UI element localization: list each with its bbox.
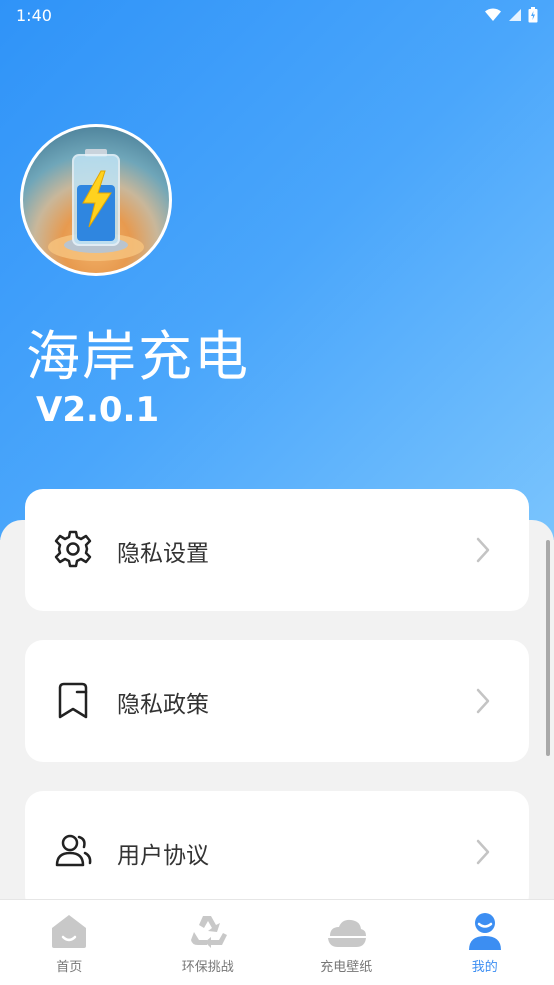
bottom-tab-bar: 首页 环保挑战 充电壁纸 我的	[0, 899, 554, 985]
chevron-right-icon	[475, 688, 491, 714]
menu-item-user-agreement[interactable]: 用户协议	[25, 791, 529, 913]
menu-item-label: 隐私政策	[117, 685, 209, 719]
gear-icon	[53, 529, 93, 569]
bookmark-icon	[53, 680, 93, 720]
chevron-right-icon	[475, 537, 491, 563]
app-version: V2.0.1	[36, 390, 159, 430]
tab-charging-wallpaper[interactable]: 充电壁纸	[277, 900, 416, 985]
menu-item-privacy-settings[interactable]: 隐私设置	[25, 489, 529, 611]
battery-charging-icon	[23, 127, 169, 273]
menu-item-label: 隐私设置	[117, 534, 209, 568]
menu-item-privacy-policy[interactable]: 隐私政策	[25, 640, 529, 762]
app-name: 海岸充电	[26, 312, 250, 391]
signal-icon	[508, 8, 522, 22]
chevron-right-icon	[475, 839, 491, 865]
recycle-icon	[187, 910, 229, 952]
tab-label: 环保挑战	[139, 956, 278, 975]
tab-mine[interactable]: 我的	[416, 900, 554, 985]
cloud-icon	[325, 910, 367, 952]
tab-home[interactable]: 首页	[0, 900, 139, 985]
tab-label: 首页	[0, 956, 139, 975]
status-icons	[484, 7, 538, 23]
wifi-icon	[484, 8, 502, 22]
status-time: 1:40	[16, 6, 52, 25]
status-bar: 1:40	[0, 0, 554, 30]
scrollbar[interactable]	[546, 540, 550, 756]
user-icon	[464, 910, 506, 952]
menu-item-label: 用户协议	[117, 836, 209, 870]
tab-label: 我的	[416, 956, 554, 975]
app-avatar	[20, 124, 172, 276]
tab-eco-challenge[interactable]: 环保挑战	[139, 900, 278, 985]
tab-label: 充电壁纸	[277, 956, 416, 975]
users-icon	[53, 831, 93, 871]
battery-icon	[528, 7, 538, 23]
home-icon	[48, 910, 90, 952]
